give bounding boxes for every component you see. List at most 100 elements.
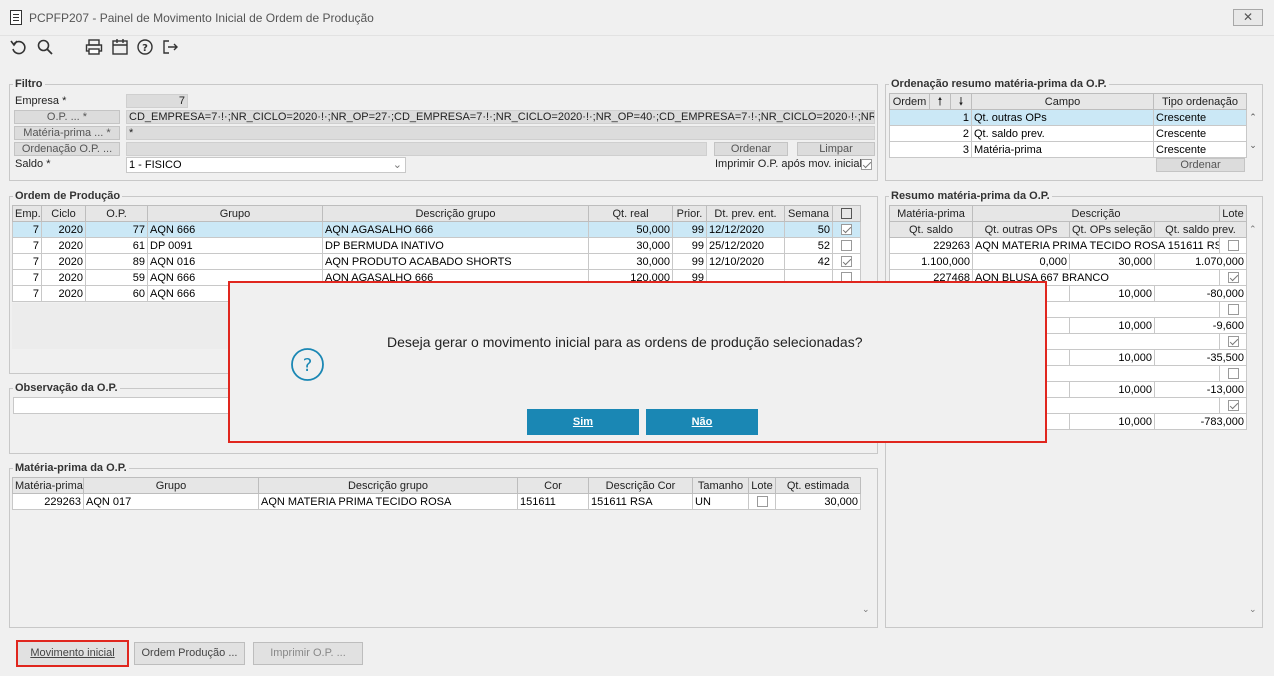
op-filter-field[interactable]: CD_EMPRESA=7·!·;NR_CICLO=2020·!·;NR_OP=2…: [126, 110, 875, 124]
col-header[interactable]: O.P.: [85, 205, 148, 222]
calendar-icon[interactable]: [110, 38, 130, 58]
emp-cell: 7: [12, 269, 42, 286]
undo-icon[interactable]: [9, 38, 29, 58]
col-header[interactable]: Tamanho: [692, 477, 749, 494]
col-header[interactable]: Lote: [1219, 205, 1247, 222]
table-row[interactable]: 1.100,000 0,000 30,000 1.070,000: [889, 253, 1247, 270]
sim-button[interactable]: Sim: [527, 409, 639, 435]
exit-icon[interactable]: [160, 38, 180, 58]
lote-checkbox[interactable]: [748, 493, 776, 510]
scroll-down-icon[interactable]: ⌄: [1249, 604, 1257, 615]
imprimir-checkbox[interactable]: [861, 158, 872, 170]
col-header[interactable]: Cor: [517, 477, 589, 494]
qt-cell: -9,600: [1154, 317, 1247, 334]
lote-checkbox[interactable]: [1219, 333, 1247, 350]
print-icon[interactable]: [84, 38, 104, 58]
grupo-cell: AQN 016: [147, 253, 323, 270]
materia-prima-button[interactable]: Matéria-prima ... *: [14, 126, 120, 140]
table-row[interactable]: 229263 AQN 017 AQN MATERIA PRIMA TECIDO …: [12, 493, 861, 510]
ordem-producao-button[interactable]: Ordem Produção ...: [134, 642, 245, 665]
col-header[interactable]: Qt. outras OPs: [972, 221, 1070, 238]
arrow-down-icon[interactable]: 🠗: [950, 93, 972, 110]
col-header[interactable]: Ordem: [889, 93, 930, 110]
imprimir-op-button[interactable]: Imprimir O.P. ...: [253, 642, 363, 665]
scrollbar[interactable]: ⌃ ⌄: [1247, 110, 1259, 156]
table-row[interactable]: 7 2020 89 AQN 016 AQN PRODUTO ACABADO SHORTS…: [12, 253, 861, 270]
scroll-up-icon[interactable]: ⌃: [1249, 224, 1257, 235]
table-row[interactable]: 2 Qt. saldo prev. Crescente: [889, 125, 1247, 142]
row-checkbox[interactable]: [832, 221, 861, 238]
col-header[interactable]: Dt. prev. ent.: [706, 205, 785, 222]
tipo-select[interactable]: Crescente: [1153, 141, 1247, 158]
lote-checkbox[interactable]: [1219, 301, 1247, 318]
tipo-select[interactable]: Crescente: [1153, 125, 1247, 142]
col-header[interactable]: Descrição grupo: [258, 477, 518, 494]
col-header[interactable]: Matéria-prima: [889, 205, 973, 222]
op-cell: 89: [85, 253, 148, 270]
col-header[interactable]: Descrição: [972, 205, 1220, 222]
lote-checkbox[interactable]: [1219, 269, 1247, 286]
observacao-field[interactable]: [13, 397, 233, 414]
lote-checkbox[interactable]: [1219, 397, 1247, 414]
limpar-button[interactable]: Limpar: [797, 142, 875, 156]
table-row[interactable]: 1 Qt. outras OPs Crescente: [889, 109, 1247, 126]
col-header[interactable]: Descrição Cor: [588, 477, 693, 494]
ciclo-cell: 2020: [41, 285, 86, 302]
qt-cell: 30,000: [775, 493, 861, 510]
arrow-up-icon[interactable]: 🠕: [929, 93, 951, 110]
col-header[interactable]: Campo: [971, 93, 1154, 110]
ordenacao-op-button[interactable]: Ordenação O.P. ...: [14, 142, 120, 156]
close-button[interactable]: ✕: [1233, 9, 1263, 26]
table-row[interactable]: 7 2020 61 DP 0091 DP BERMUDA INATIVO 30,000 99…: [12, 237, 861, 254]
tipo-select[interactable]: Crescente: [1153, 109, 1247, 126]
desc-cell: DP BERMUDA INATIVO: [322, 237, 589, 254]
ordenacao-op-field[interactable]: [126, 142, 707, 156]
table-row[interactable]: 7 2020 77 AQN 666 AQN AGASALHO 666 50,000 99 12…: [12, 221, 861, 238]
col-header[interactable]: Ciclo: [41, 205, 86, 222]
qt-cell: 10,000: [1069, 349, 1155, 366]
col-header[interactable]: Qt. saldo: [889, 221, 973, 238]
qt-cell: 30,000: [588, 253, 673, 270]
col-header[interactable]: Qt. saldo prev.: [1154, 221, 1247, 238]
saldo-select[interactable]: 1 - FISICO ⌄: [126, 157, 406, 173]
col-header[interactable]: Qt. OPs seleção: [1069, 221, 1155, 238]
select-all-checkbox[interactable]: [832, 205, 861, 222]
col-header[interactable]: Grupo: [147, 205, 323, 222]
col-header[interactable]: Tipo ordenação: [1153, 93, 1247, 110]
col-header[interactable]: Prior.: [672, 205, 707, 222]
row-checkbox[interactable]: [832, 237, 861, 254]
lote-checkbox[interactable]: [1219, 237, 1247, 254]
lote-checkbox[interactable]: [1219, 365, 1247, 382]
row-checkbox[interactable]: [832, 253, 861, 270]
ordem-cell: 1: [889, 109, 972, 126]
scroll-down-icon[interactable]: ⌄: [862, 604, 870, 615]
dt-cell: 12/12/2020: [706, 221, 785, 238]
table-row[interactable]: 229263 AQN MATERIA PRIMA TECIDO ROSA 1516…: [889, 237, 1247, 254]
materia-prima-filter-field[interactable]: *: [126, 126, 875, 140]
search-icon[interactable]: [35, 38, 55, 58]
col-header[interactable]: Lote: [748, 477, 776, 494]
emp-cell: 7: [12, 221, 42, 238]
col-header[interactable]: Emp.: [12, 205, 42, 222]
empresa-field[interactable]: 7: [126, 94, 188, 108]
ordenar-button[interactable]: Ordenar: [714, 142, 788, 156]
col-header[interactable]: Qt. estimada: [775, 477, 861, 494]
table-row[interactable]: 3 Matéria-prima Crescente: [889, 141, 1247, 158]
campo-cell: Matéria-prima: [971, 141, 1154, 158]
movimento-inicial-button[interactable]: Movimento inicial: [16, 640, 129, 667]
qt-cell: 1.100,000: [889, 253, 973, 270]
window-title: PCPFP207 - Painel de Movimento Inicial d…: [29, 11, 374, 25]
nao-button[interactable]: Não: [646, 409, 758, 435]
col-header[interactable]: Matéria-prima: [12, 477, 84, 494]
ordem-cell: 2: [889, 125, 972, 142]
col-header[interactable]: Qt. real: [588, 205, 673, 222]
col-header[interactable]: Descrição grupo: [322, 205, 589, 222]
dt-cell: 25/12/2020: [706, 237, 785, 254]
col-header[interactable]: Grupo: [83, 477, 259, 494]
op-cell: 61: [85, 237, 148, 254]
campo-cell: Qt. saldo prev.: [971, 125, 1154, 142]
col-header[interactable]: Semana: [784, 205, 833, 222]
op-button[interactable]: O.P. ... *: [14, 110, 120, 124]
help-icon[interactable]: ?: [135, 38, 155, 58]
ordenar-resumo-button[interactable]: Ordenar: [1156, 158, 1245, 172]
